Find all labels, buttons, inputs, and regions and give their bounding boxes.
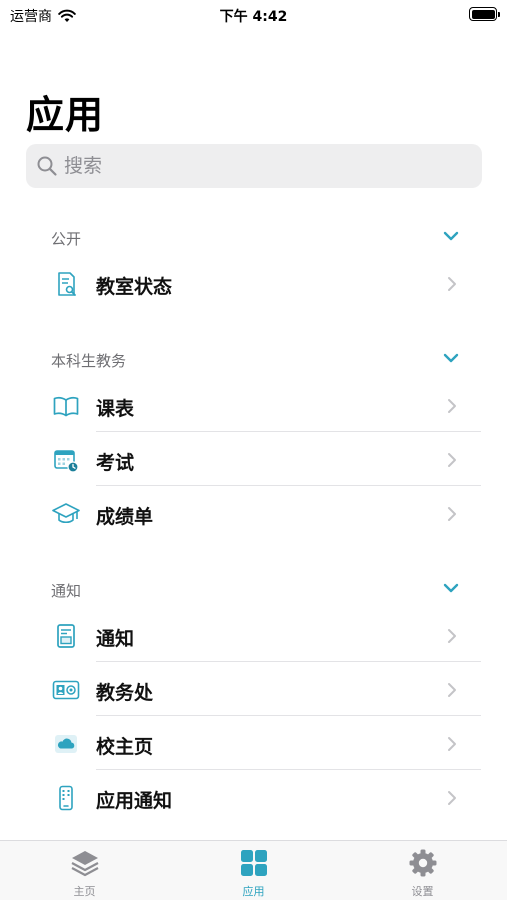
chevron-right-icon [448,399,456,413]
search-bar[interactable] [26,144,482,188]
classroom-document-icon [58,272,76,296]
wifi-icon [58,9,76,22]
list-item-label: 校主页 [96,736,154,758]
tab-home[interactable]: 主页 [0,841,169,900]
search-icon [37,156,57,176]
status-bar: 运营商 下午 4:42 [0,0,507,28]
list-item-timetable[interactable]: 课表 [0,378,507,432]
chevron-down-icon[interactable] [442,580,460,596]
graduation-cap-icon [52,503,80,524]
list-item-app-notice[interactable]: 应用通知 [0,770,507,824]
status-time: 下午 4:42 [219,9,288,25]
search-input[interactable] [64,155,454,177]
chevron-down-icon[interactable] [442,228,460,244]
section-header-notice[interactable]: 通知 [0,568,507,608]
list-item-school-homepage[interactable]: 校主页 [0,716,507,770]
chevron-right-icon [448,737,456,751]
section-title: 本科生教务 [51,352,127,370]
section-public: 公开 教室状态 [0,216,507,310]
grid-icon [241,850,267,876]
chevron-right-icon [448,277,456,291]
list-item-exams[interactable]: 考试 [0,432,507,486]
list-item-label: 通知 [96,628,135,650]
notice-board-icon [57,624,75,648]
cloud-icon [55,735,77,753]
list-item-classroom-status[interactable]: 教室状态 [0,256,507,310]
status-carrier: 运营商 [10,6,76,26]
battery-icon [469,7,500,21]
section-notice: 通知 通知 教务处 校主页 应用通知 [0,568,507,824]
tab-bar: 主页 应用 设置 [0,840,507,900]
carrier-label: 运营商 [10,9,52,25]
layers-icon [71,851,99,877]
tab-label: 设置 [411,885,434,898]
page-title: 应用 [26,93,105,137]
list-item-academic-office[interactable]: 教务处 [0,662,507,716]
list-item-notice[interactable]: 通知 [0,608,507,662]
section-title: 通知 [51,582,82,600]
list-item-transcript[interactable]: 成绩单 [0,486,507,540]
tab-label: 主页 [73,885,96,898]
list-item-label: 考试 [96,452,135,474]
tab-label: 应用 [242,885,265,898]
chevron-right-icon [448,629,456,643]
book-icon [53,397,79,417]
list-item-label: 课表 [96,398,135,420]
section-header-undergrad[interactable]: 本科生教务 [0,338,507,378]
list-item-label: 应用通知 [96,790,173,812]
list-item-label: 教室状态 [96,276,173,298]
chevron-down-icon[interactable] [442,350,460,366]
contact-card-icon [52,680,80,700]
section-header-public[interactable]: 公开 [0,216,507,256]
tab-settings[interactable]: 设置 [338,841,507,900]
section-undergrad: 本科生教务 课表 考试 成绩单 [0,338,507,540]
tab-apps[interactable]: 应用 [169,841,338,900]
list-item-label: 教务处 [96,682,154,704]
chevron-right-icon [448,791,456,805]
calendar-clock-icon [54,450,79,473]
chevron-right-icon [448,453,456,467]
list-item-label: 成绩单 [96,506,154,528]
chevron-right-icon [448,683,456,697]
section-title: 公开 [51,230,82,248]
chevron-right-icon [448,507,456,521]
gear-icon [409,849,437,877]
phone-icon [59,785,73,811]
